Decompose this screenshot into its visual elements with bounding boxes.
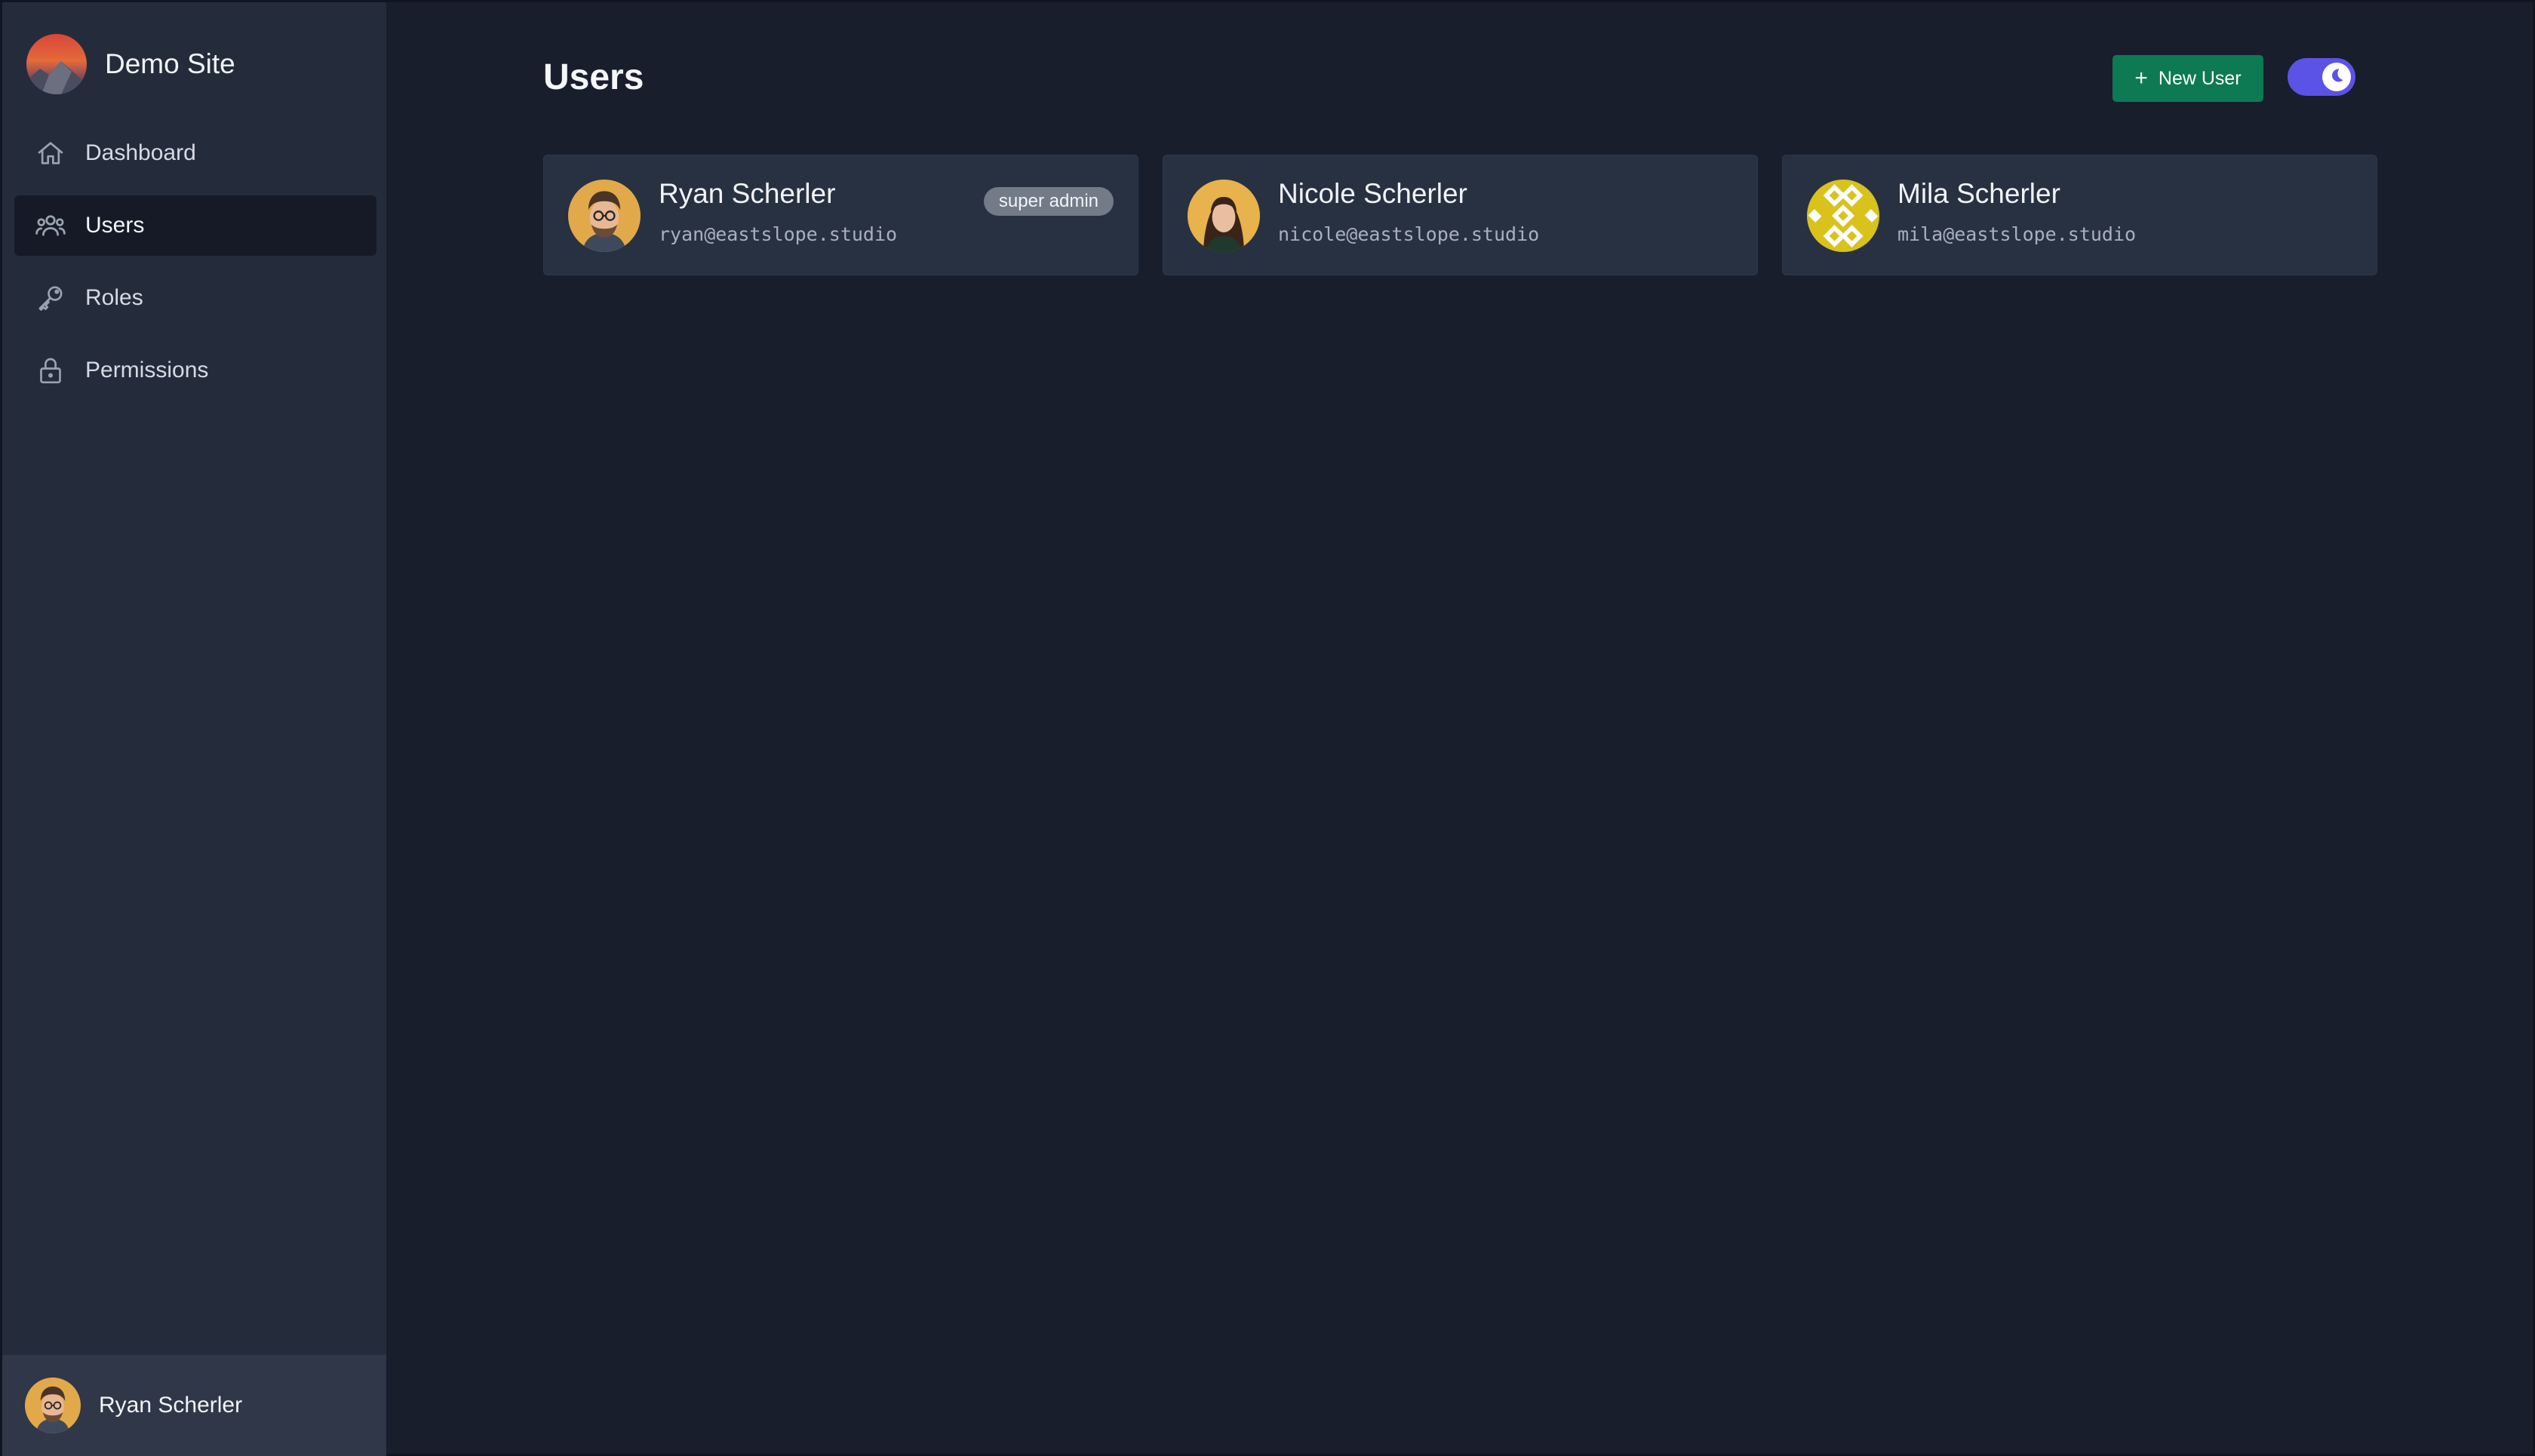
sidebar-item-label: Permissions bbox=[85, 358, 209, 382]
sidebar-item-permissions[interactable]: Permissions bbox=[14, 340, 376, 401]
new-user-button-label: New User bbox=[2158, 67, 2242, 89]
user-email: mila@eastslope.studio bbox=[1897, 223, 2137, 245]
home-icon bbox=[34, 137, 67, 170]
user-email: nicole@eastslope.studio bbox=[1278, 223, 1540, 245]
user-card[interactable]: Ryan Scherler ryan@eastslope.studio supe… bbox=[543, 155, 1138, 275]
user-name: Mila Scherler bbox=[1897, 178, 2060, 209]
sidebar-item-label: Roles bbox=[85, 285, 143, 310]
user-card[interactable]: Mila Scherler mila@eastslope.studio bbox=[1782, 155, 2377, 275]
sidebar-item-dashboard[interactable]: Dashboard bbox=[14, 123, 376, 183]
mountain-sunset-logo bbox=[26, 34, 87, 94]
lock-icon bbox=[34, 354, 67, 387]
sidebar-item-label: Users bbox=[85, 213, 145, 238]
app-root: Demo Site Dashboard Users Roles Permissi… bbox=[0, 0, 2535, 1456]
sidebar-item-roles[interactable]: Roles bbox=[14, 268, 376, 328]
users-icon bbox=[34, 209, 67, 242]
avatar bbox=[1807, 180, 1879, 252]
user-name: Nicole Scherler bbox=[1278, 178, 1467, 209]
sidebar: Demo Site Dashboard Users Roles Permissi… bbox=[0, 0, 386, 1456]
brand[interactable]: Demo Site bbox=[26, 34, 235, 94]
plus-icon: + bbox=[2134, 66, 2148, 91]
user-card[interactable]: Nicole Scherler nicole@eastslope.studio bbox=[1163, 155, 1758, 275]
avatar bbox=[1188, 180, 1260, 252]
key-icon bbox=[34, 281, 67, 315]
theme-toggle[interactable] bbox=[2288, 58, 2355, 96]
current-user-menu[interactable]: Ryan Scherler bbox=[2, 1355, 386, 1456]
moon-icon bbox=[2328, 66, 2346, 88]
user-email: ryan@eastslope.studio bbox=[659, 223, 898, 245]
user-card-list: Ryan Scherler ryan@eastslope.studio supe… bbox=[543, 155, 2377, 275]
avatar bbox=[568, 180, 641, 252]
page-title: Users bbox=[543, 57, 644, 97]
user-name: Ryan Scherler bbox=[659, 178, 836, 209]
site-name: Demo Site bbox=[105, 48, 235, 79]
main-content: Users + New User Ryan Scherler ryan@east… bbox=[386, 0, 2535, 1456]
role-badge: super admin bbox=[983, 187, 1114, 216]
sidebar-item-label: Dashboard bbox=[85, 140, 196, 165]
avatar bbox=[25, 1378, 81, 1433]
toggle-knob bbox=[2322, 63, 2351, 91]
sidebar-nav: Dashboard Users Roles Permissions bbox=[14, 123, 376, 413]
new-user-button[interactable]: + New User bbox=[2112, 55, 2263, 102]
current-user-name: Ryan Scherler bbox=[99, 1393, 243, 1418]
sidebar-item-users[interactable]: Users bbox=[14, 195, 376, 256]
